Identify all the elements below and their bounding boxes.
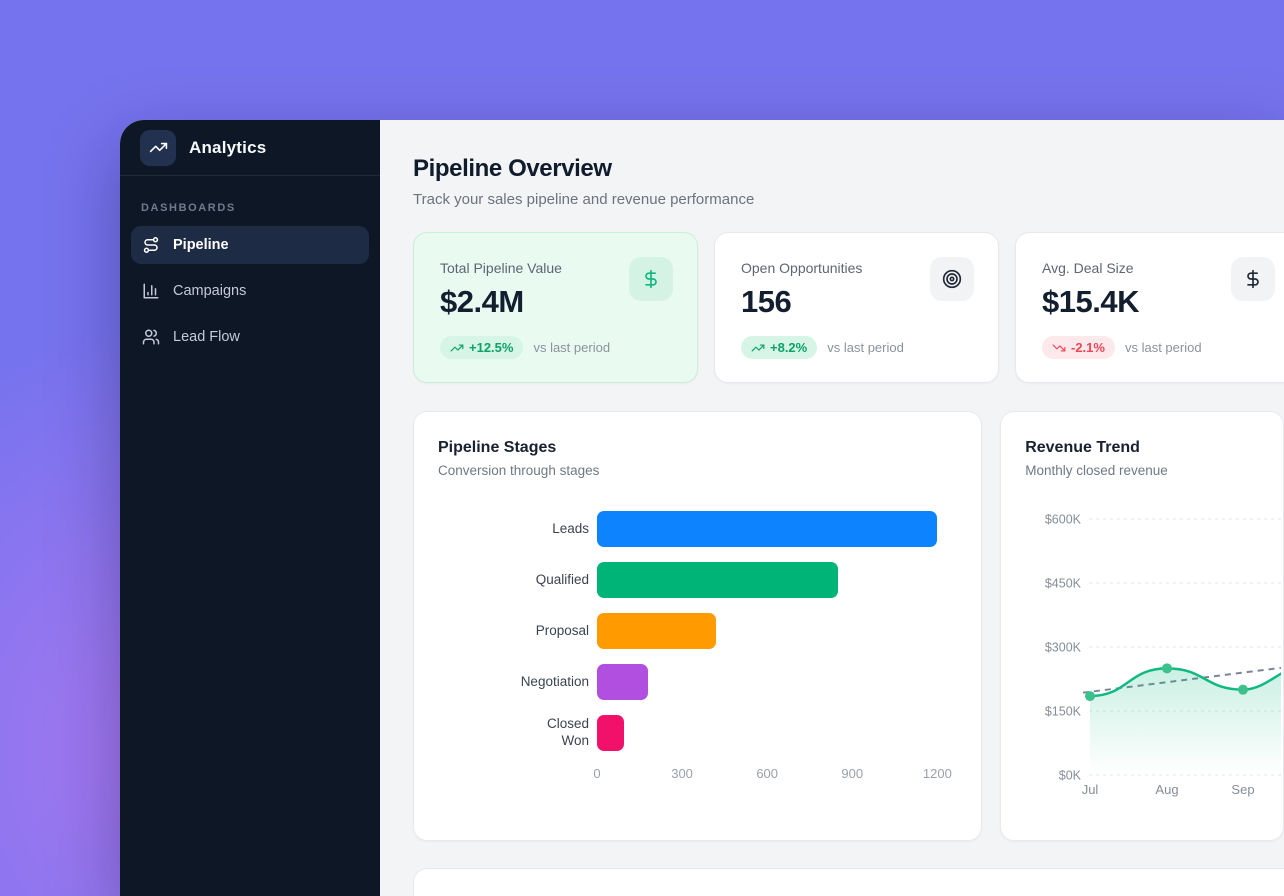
sidebar-item-campaigns[interactable]: Campaigns (131, 272, 369, 310)
app-logo (140, 130, 176, 166)
kpi-note: vs last period (827, 340, 904, 355)
data-point (1085, 691, 1095, 701)
trending-up-icon (751, 341, 765, 355)
dollar-icon (641, 269, 661, 289)
kpi-card-open-opportunities: Open Opportunities156+8.2%vs last period (714, 232, 999, 383)
target-icon (942, 269, 962, 289)
stage-bar (597, 715, 624, 751)
stage-label: Closed Won (438, 716, 589, 750)
sidebar: Analytics DASHBOARDS Pipeline Campaigns Le… (120, 120, 380, 896)
y-axis-label: $300K (1045, 641, 1082, 655)
app-window: Analytics DASHBOARDS Pipeline Campaigns Le… (120, 120, 1284, 896)
stage-row-closed-won: Closed Won (438, 715, 957, 751)
trending-up-icon (450, 341, 464, 355)
logo-row: Analytics (120, 120, 380, 176)
x-axis-tick: 900 (841, 766, 863, 781)
change-badge: +12.5% (440, 336, 523, 359)
kpi-note: vs last period (1125, 340, 1202, 355)
kpi-footer: +8.2% vs last period (741, 336, 904, 359)
x-axis-tick: 600 (756, 766, 778, 781)
stage-row-proposal: Proposal (438, 613, 957, 649)
users-icon (142, 328, 160, 346)
kpi-row: Total Pipeline Value$2.4M+12.5%vs last p… (413, 232, 1284, 383)
stage-bar-axis: 03006009001200 (597, 766, 957, 784)
page-subtitle: Track your sales pipeline and revenue pe… (413, 191, 1284, 208)
sidebar-nav: Pipeline Campaigns Lead Flow (120, 226, 380, 356)
bar-chart-icon (142, 282, 160, 300)
stage-label: Proposal (438, 623, 589, 640)
pipeline-stages-subtitle: Conversion through stages (438, 463, 957, 478)
kpi-footer: +12.5% vs last period (440, 336, 610, 359)
change-badge: -2.1% (1042, 336, 1115, 359)
y-axis-label: $450K (1045, 577, 1082, 591)
stage-row-negotiation: Negotiation (438, 664, 957, 700)
page-title: Pipeline Overview (413, 154, 1284, 184)
sidebar-item-lead-flow[interactable]: Lead Flow (131, 318, 369, 356)
revenue-trend-title: Revenue Trend (1025, 439, 1259, 457)
change-value: +8.2% (770, 340, 807, 355)
stage-bar-chart: Leads Qualified Proposal Negotiation Closed … (438, 511, 957, 751)
x-axis-label: Sep (1232, 782, 1255, 797)
stage-bar-track (597, 664, 957, 700)
x-axis-tick: 300 (671, 766, 693, 781)
stage-bar (597, 613, 716, 649)
stage-bar-track (597, 562, 957, 598)
stage-row-leads: Leads (438, 511, 957, 547)
dollar-icon (1243, 269, 1263, 289)
kpi-icon-tile (629, 257, 673, 301)
app-title: Analytics (189, 138, 266, 158)
stage-label: Leads (438, 521, 589, 538)
y-axis-label: $150K (1045, 705, 1082, 719)
stage-bar-track (597, 613, 957, 649)
sidebar-item-label: Pipeline (173, 237, 229, 253)
kpi-icon-tile (930, 257, 974, 301)
sidebar-item-pipeline[interactable]: Pipeline (131, 226, 369, 264)
x-axis-tick: 1200 (923, 766, 952, 781)
change-value: +12.5% (469, 340, 513, 355)
stage-bar (597, 511, 937, 547)
sidebar-item-label: Lead Flow (173, 329, 240, 345)
revenue-trend-subtitle: Monthly closed revenue (1025, 463, 1259, 478)
stage-label: Qualified (438, 572, 589, 589)
x-axis-tick: 0 (593, 766, 600, 781)
kpi-icon-tile (1231, 257, 1275, 301)
stage-bar-track (597, 715, 957, 751)
stage-bar-track (597, 511, 957, 547)
data-point (1238, 685, 1248, 695)
trend-line (1083, 668, 1281, 693)
stage-bar (597, 664, 648, 700)
charts-row: Pipeline Stages Conversion through stage… (413, 411, 1284, 841)
route-icon (142, 236, 160, 254)
revenue-line (1090, 668, 1281, 696)
pipeline-stages-title: Pipeline Stages (438, 439, 957, 457)
partially-visible-card (413, 868, 1284, 896)
change-value: -2.1% (1071, 340, 1105, 355)
kpi-card-avg-deal-size: Avg. Deal Size$15.4K-2.1%vs last period (1015, 232, 1284, 383)
y-axis-label: $600K (1045, 513, 1082, 527)
stage-bar (597, 562, 838, 598)
main-content: Pipeline Overview Track your sales pipel… (380, 120, 1284, 896)
kpi-note: vs last period (533, 340, 610, 355)
change-badge: +8.2% (741, 336, 817, 359)
trending-down-icon (1052, 341, 1066, 355)
stage-row-qualified: Qualified (438, 562, 957, 598)
pipeline-stages-card: Pipeline Stages Conversion through stage… (413, 411, 982, 841)
revenue-trend-card: $0K $150K $300K $450K $600K Jul Aug Sep Revenue… (1000, 411, 1284, 841)
x-axis-label: Aug (1156, 782, 1179, 797)
kpi-footer: -2.1% vs last period (1042, 336, 1202, 359)
revenue-area (1090, 668, 1281, 775)
x-axis-label: Jul (1082, 782, 1099, 797)
stage-label: Negotiation (438, 674, 589, 691)
sidebar-section-label: DASHBOARDS (141, 202, 380, 214)
y-axis-label: $0K (1059, 769, 1082, 783)
trending-up-icon (149, 138, 168, 157)
kpi-card-total-pipeline-value: Total Pipeline Value$2.4M+12.5%vs last p… (413, 232, 698, 383)
sidebar-item-label: Campaigns (173, 283, 246, 299)
data-point (1162, 663, 1172, 673)
